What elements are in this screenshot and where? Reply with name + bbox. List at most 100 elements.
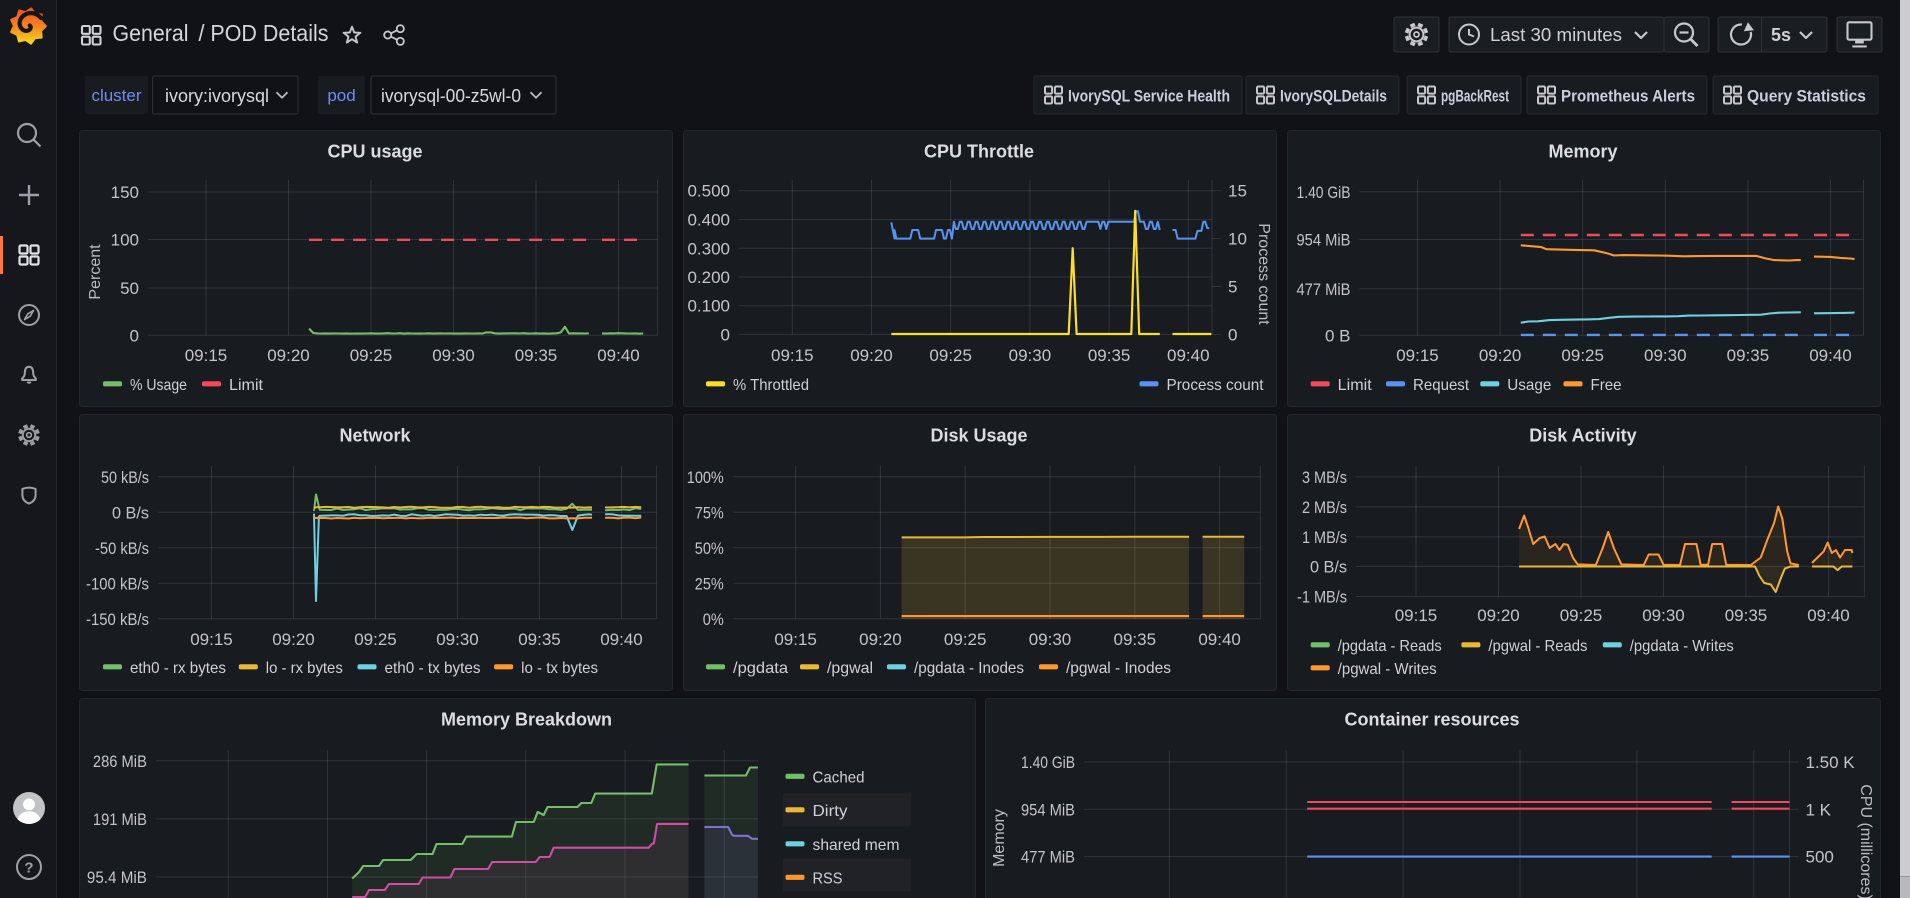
svg-text:09:20: 09:20	[1479, 346, 1522, 365]
svg-text:Last 30 minutes: Last 30 minutes	[1490, 25, 1622, 45]
svg-text:09:15: 09:15	[185, 346, 228, 365]
svg-text:eth0 - tx bytes: eth0 - tx bytes	[385, 660, 481, 677]
svg-text:/pgwal: /pgwal	[827, 660, 873, 677]
svg-text:% Throttled: % Throttled	[733, 377, 809, 394]
svg-text:09:30: 09:30	[432, 346, 475, 365]
svg-text:09:20: 09:20	[1477, 606, 1520, 625]
svg-text:09:30: 09:30	[436, 630, 479, 649]
svg-text:09:40: 09:40	[1807, 606, 1850, 625]
svg-text:09:30: 09:30	[1644, 346, 1687, 365]
svg-text:Cached: Cached	[813, 769, 865, 786]
svg-text:09:15: 09:15	[190, 630, 233, 649]
svg-text:Memory: Memory	[991, 809, 1008, 867]
svg-text:/pgwal - Reads: /pgwal - Reads	[1488, 638, 1587, 655]
svg-text:954 MiB: 954 MiB	[1297, 231, 1351, 250]
svg-text:09:20: 09:20	[267, 346, 310, 365]
svg-text:/pgdata - Reads: /pgdata - Reads	[1338, 638, 1442, 655]
svg-text:0.500: 0.500	[687, 182, 730, 201]
svg-text:Process count: Process count	[1167, 377, 1265, 394]
svg-text:50: 50	[120, 279, 139, 298]
svg-text:09:25: 09:25	[1560, 606, 1603, 625]
svg-text:09:35: 09:35	[515, 346, 558, 365]
svg-text:-50 kB/s: -50 kB/s	[95, 539, 149, 558]
svg-text:/ POD Details: / POD Details	[199, 20, 329, 46]
svg-text:Prometheus Alerts: Prometheus Alerts	[1561, 88, 1695, 106]
svg-text:09:35: 09:35	[1114, 630, 1157, 649]
svg-text:15: 15	[1228, 182, 1247, 201]
svg-text:Usage: Usage	[1507, 377, 1551, 394]
svg-text:09:40: 09:40	[1167, 346, 1210, 365]
svg-text:-100 kB/s: -100 kB/s	[86, 574, 149, 593]
svg-text:50%: 50%	[695, 539, 724, 558]
svg-text:477 MiB: 477 MiB	[1297, 280, 1351, 299]
svg-text:pod: pod	[327, 86, 355, 105]
svg-text:09:20: 09:20	[859, 630, 902, 649]
svg-text:CPU usage: CPU usage	[327, 142, 422, 162]
svg-text:75%: 75%	[695, 503, 724, 522]
svg-text:General: General	[113, 20, 189, 46]
svg-text:0.200: 0.200	[687, 268, 730, 287]
svg-text:0%: 0%	[703, 610, 724, 629]
svg-text:477 MiB: 477 MiB	[1021, 848, 1075, 867]
svg-text:0.400: 0.400	[687, 211, 730, 230]
svg-text:lo - tx bytes: lo - tx bytes	[521, 660, 598, 677]
svg-text:Process count: Process count	[1255, 223, 1272, 325]
svg-text:Limit: Limit	[229, 377, 264, 394]
svg-text:2 MB/s: 2 MB/s	[1302, 498, 1347, 517]
svg-text:0: 0	[130, 326, 139, 345]
svg-text:09:30: 09:30	[1009, 346, 1052, 365]
svg-text:09:20: 09:20	[850, 346, 893, 365]
svg-text:IvorySQLDetails: IvorySQLDetails	[1280, 88, 1387, 106]
svg-text:-150 kB/s: -150 kB/s	[86, 610, 149, 629]
svg-text:09:40: 09:40	[600, 630, 643, 649]
svg-text:cluster: cluster	[91, 86, 141, 105]
svg-text:Limit: Limit	[1338, 377, 1373, 394]
svg-text:Disk Activity: Disk Activity	[1529, 426, 1636, 446]
svg-text:/pgdata - Writes: /pgdata - Writes	[1630, 638, 1734, 655]
svg-text:09:40: 09:40	[1198, 630, 1241, 649]
svg-text:09:15: 09:15	[771, 346, 814, 365]
svg-text:/pgwal - Writes: /pgwal - Writes	[1338, 661, 1437, 678]
svg-text:0: 0	[1228, 325, 1237, 344]
svg-text:Query Statistics: Query Statistics	[1747, 88, 1866, 106]
svg-text:/pgwal - Inodes: /pgwal - Inodes	[1066, 660, 1171, 677]
svg-text:150: 150	[111, 183, 139, 202]
svg-text:95.4 MiB: 95.4 MiB	[87, 868, 147, 887]
svg-text:Percent: Percent	[87, 244, 104, 300]
svg-text:1.50 K: 1.50 K	[1806, 753, 1856, 772]
svg-text:09:25: 09:25	[929, 346, 972, 365]
svg-text:Dirty: Dirty	[813, 803, 848, 820]
svg-text:3 MB/s: 3 MB/s	[1302, 468, 1347, 487]
svg-text:/pgdata: /pgdata	[733, 660, 788, 677]
svg-text:0 B/s: 0 B/s	[112, 503, 149, 522]
svg-text:100%: 100%	[687, 468, 724, 487]
svg-text:0: 0	[721, 325, 730, 344]
svg-text:Memory Breakdown: Memory Breakdown	[441, 710, 612, 730]
svg-text:CPU Throttle: CPU Throttle	[924, 142, 1034, 162]
svg-text:5s: 5s	[1771, 25, 1791, 45]
svg-text:100: 100	[111, 231, 139, 250]
svg-text:09:35: 09:35	[1088, 346, 1131, 365]
svg-text:/pgdata - Inodes: /pgdata - Inodes	[914, 660, 1024, 677]
svg-text:ivory:ivorysql: ivory:ivorysql	[165, 86, 269, 106]
svg-text:eth0 - rx bytes: eth0 - rx bytes	[130, 660, 226, 677]
svg-text:?: ?	[24, 860, 33, 877]
svg-text:50 kB/s: 50 kB/s	[101, 468, 149, 487]
svg-text:0.300: 0.300	[687, 239, 730, 258]
svg-text:1 MB/s: 1 MB/s	[1302, 528, 1347, 547]
svg-text:286 MiB: 286 MiB	[93, 752, 147, 771]
svg-text:pgBackRest: pgBackRest	[1441, 88, 1509, 106]
svg-text:Disk Usage: Disk Usage	[930, 426, 1027, 446]
svg-text:0.100: 0.100	[687, 297, 730, 316]
svg-text:0 B: 0 B	[1325, 326, 1351, 345]
svg-text:09:40: 09:40	[1809, 346, 1852, 365]
svg-text:09:35: 09:35	[518, 630, 561, 649]
svg-text:09:25: 09:25	[354, 630, 397, 649]
svg-text:09:25: 09:25	[1561, 346, 1604, 365]
svg-text:500: 500	[1806, 848, 1834, 867]
svg-text:1 K: 1 K	[1806, 800, 1832, 819]
svg-text:CPU (millicores): CPU (millicores)	[1857, 784, 1874, 898]
svg-text:Network: Network	[339, 426, 411, 446]
svg-text:09:30: 09:30	[1642, 606, 1685, 625]
svg-text:09:35: 09:35	[1727, 346, 1770, 365]
